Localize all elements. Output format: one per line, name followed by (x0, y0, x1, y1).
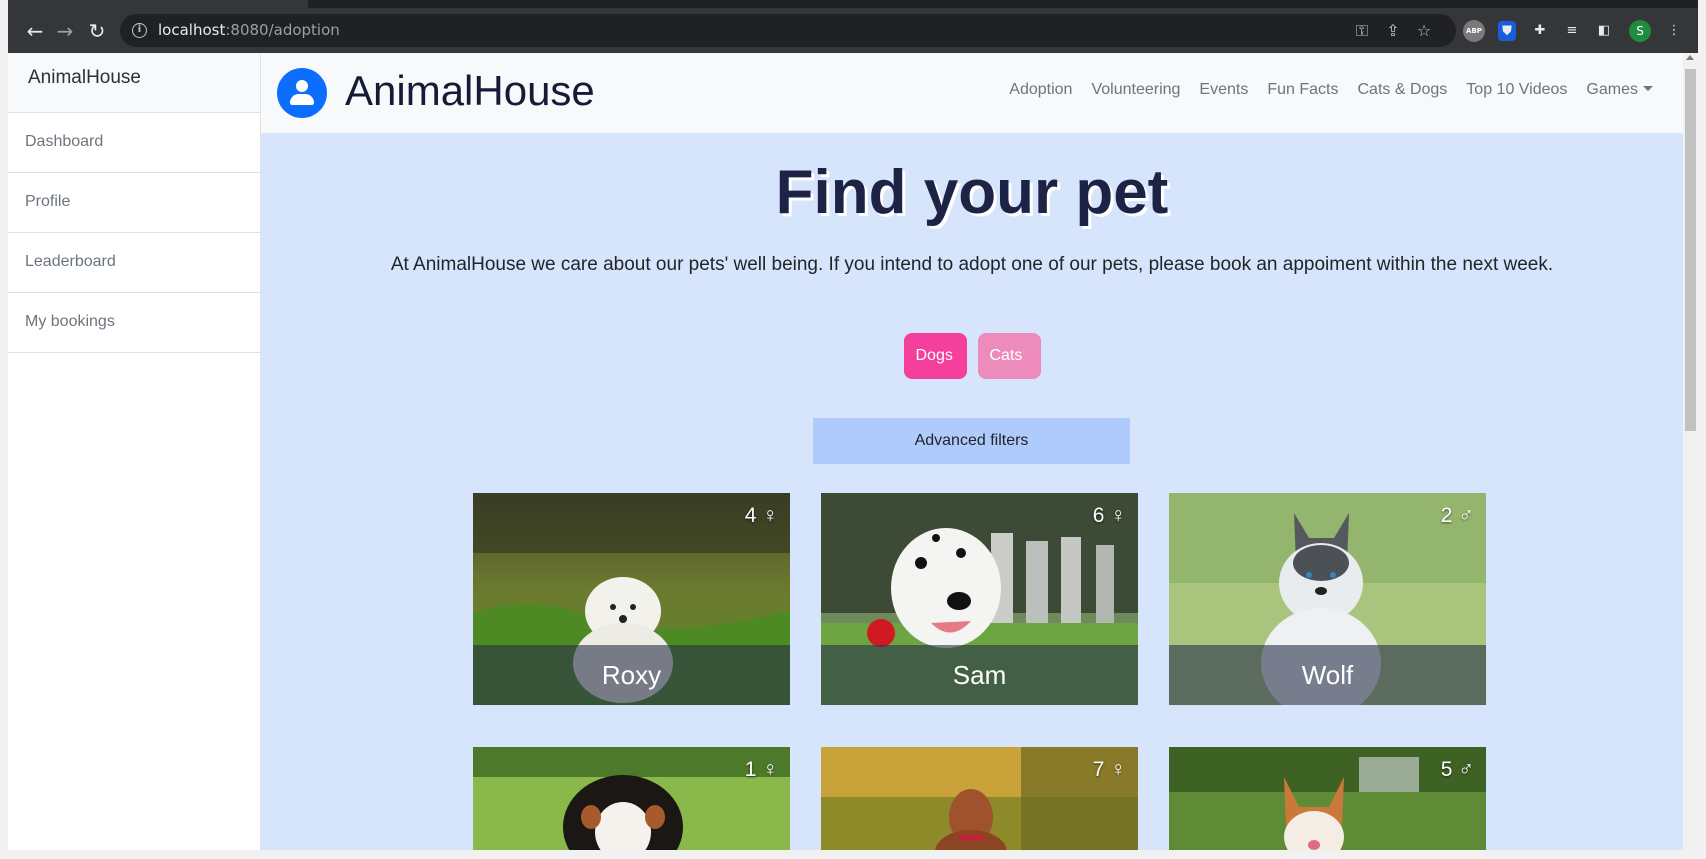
pet-name: Wolf (1169, 645, 1486, 705)
nav-link-adoption[interactable]: Adoption (1009, 81, 1072, 99)
pet-card-sam[interactable]: 6 ♀ Sam (821, 493, 1138, 705)
share-icon[interactable]: ⇪ (1383, 21, 1403, 41)
forward-icon[interactable]: → (52, 18, 78, 44)
page-scrollbar[interactable] (1683, 53, 1698, 850)
dogs-button[interactable]: Dogs (903, 333, 967, 379)
bitwarden-extension-icon[interactable]: ⛊ (1498, 21, 1516, 41)
sidebar-item-dashboard[interactable]: Dashboard (8, 113, 260, 173)
nav-links: Adoption Volunteering Events Fun Facts C… (1009, 81, 1653, 99)
reload-icon[interactable]: ↻ (84, 18, 110, 44)
nav-link-games-label: Games (1586, 81, 1638, 98)
main-content: AnimalHouse Adoption Volunteering Events… (261, 53, 1683, 850)
extensions-puzzle-icon[interactable]: ✚ (1529, 20, 1551, 42)
nav-dropdown-games[interactable]: Games (1586, 81, 1653, 99)
sidebar-item-my-bookings[interactable]: My bookings (8, 293, 260, 353)
url-path: :8080/adoption (225, 21, 340, 39)
page-viewport: AnimalHouse Dashboard Profile Leaderboar… (8, 53, 1698, 850)
sidebar-item-leaderboard[interactable]: Leaderboard (8, 233, 260, 293)
scrollbar-thumb[interactable] (1685, 69, 1696, 431)
site-title[interactable]: AnimalHouse (345, 67, 595, 115)
chevron-down-icon (1643, 86, 1653, 91)
browser-tab-strip (0, 0, 1706, 8)
nav-link-events[interactable]: Events (1199, 81, 1248, 99)
page-intro-text: At AnimalHouse we care about our pets' w… (390, 254, 1554, 275)
url-host: localhost (158, 21, 226, 39)
pet-age-gender: 5 ♂ (1440, 758, 1474, 781)
address-bar[interactable]: i localhost:8080/adoption ⚿ ⇪ ☆ (120, 14, 1456, 47)
bookmark-star-icon[interactable]: ☆ (1414, 21, 1434, 41)
pet-card-ridgeback[interactable]: 7 ♀ (821, 747, 1138, 850)
pet-photo-cavalier (473, 747, 790, 850)
pet-photo-corgi (1169, 747, 1486, 850)
profile-initial: S (1636, 24, 1644, 38)
nav-link-top-videos[interactable]: Top 10 Videos (1466, 81, 1567, 99)
profile-avatar[interactable]: S (1629, 20, 1651, 42)
pet-card-roxy[interactable]: 4 ♀ Roxy (473, 493, 790, 705)
nav-link-cats-dogs[interactable]: Cats & Dogs (1357, 81, 1447, 99)
page-title: Find your pet (775, 158, 1169, 227)
top-navbar: AnimalHouse Adoption Volunteering Events… (261, 53, 1683, 133)
scroll-up-icon[interactable] (1686, 55, 1694, 60)
pet-name: Sam (821, 645, 1138, 705)
media-queue-icon[interactable]: ≡ (1561, 20, 1583, 42)
browser-toolbar: ← → ↻ i localhost:8080/adoption ⚿ ⇪ ☆ AB… (8, 8, 1698, 53)
pet-card-cavalier[interactable]: 1 ♀ (473, 747, 790, 850)
pet-age-gender: 4 ♀ (744, 504, 778, 527)
sidebar: AnimalHouse Dashboard Profile Leaderboar… (8, 53, 261, 850)
pet-age-gender: 1 ♀ (744, 758, 778, 781)
pet-card-corgi[interactable]: 5 ♂ (1169, 747, 1486, 850)
back-icon[interactable]: ← (22, 18, 48, 44)
species-toggle: Dogs Cats (261, 333, 1683, 379)
pet-card-wolf[interactable]: 2 ♂ Wolf (1169, 493, 1486, 705)
url-text[interactable]: localhost:8080/adoption (158, 21, 340, 39)
pet-age-gender: 2 ♂ (1440, 504, 1474, 527)
sidebar-item-profile[interactable]: Profile (8, 173, 260, 233)
tab-bar (8, 0, 1698, 8)
side-panel-icon[interactable]: ◧ (1593, 20, 1615, 42)
nav-link-volunteering[interactable]: Volunteering (1091, 81, 1180, 99)
adblock-extension-icon[interactable]: ABP (1463, 20, 1485, 42)
sidebar-brand[interactable]: AnimalHouse (8, 53, 260, 113)
browser-menu-icon[interactable]: ⋮ (1663, 20, 1685, 42)
active-tab[interactable] (8, 0, 308, 8)
site-info-icon[interactable]: i (132, 23, 147, 38)
cats-button[interactable]: Cats (977, 333, 1041, 379)
user-avatar-icon[interactable] (277, 68, 327, 118)
pet-name: Roxy (473, 645, 790, 705)
adblock-label: ABP (1466, 27, 1482, 35)
pet-age-gender: 7 ♀ (1092, 758, 1126, 781)
advanced-filters-button[interactable]: Advanced filters (813, 418, 1130, 464)
pet-age-gender: 6 ♀ (1092, 504, 1126, 527)
nav-link-fun-facts[interactable]: Fun Facts (1267, 81, 1338, 99)
key-icon[interactable]: ⚿ (1352, 21, 1372, 41)
pet-photo-ridgeback (821, 747, 1138, 850)
